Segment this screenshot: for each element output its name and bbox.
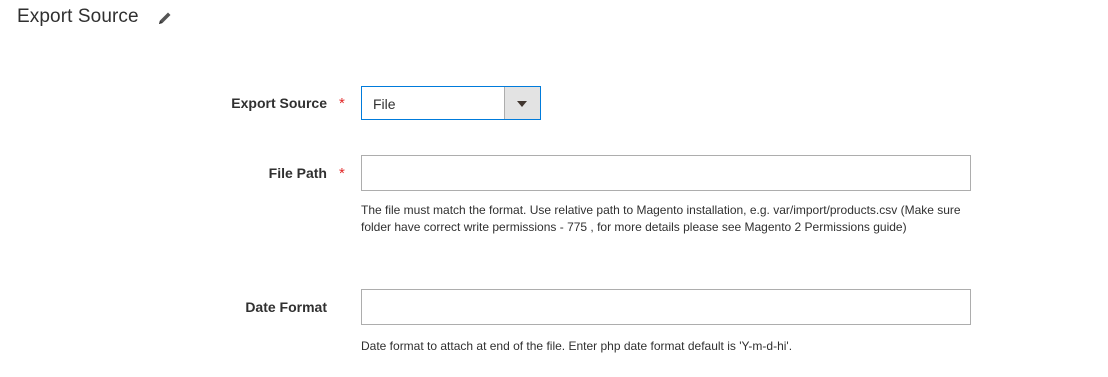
export-source-page: Export Source Export Source * File File … [0, 0, 1108, 377]
required-mark: * [339, 95, 345, 112]
file-path-label: File Path [268, 165, 327, 181]
select-toggle[interactable] [504, 87, 540, 119]
date-format-note: Date format to attach at end of the file… [361, 339, 793, 353]
section-title: Export Source [17, 6, 139, 27]
date-format-input[interactable] [361, 289, 971, 325]
export-source-select-value: File [373, 96, 396, 112]
file-path-note: The file must match the format. Use rela… [361, 203, 961, 234]
triangle-down-icon [517, 101, 527, 107]
export-source-select[interactable]: File [361, 86, 541, 120]
export-source-label: Export Source [231, 95, 327, 111]
pencil-icon[interactable] [157, 10, 173, 26]
required-mark: * [339, 165, 345, 182]
date-format-label: Date Format [245, 299, 327, 315]
section-header: Export Source [17, 6, 173, 28]
file-path-input[interactable] [361, 155, 971, 191]
